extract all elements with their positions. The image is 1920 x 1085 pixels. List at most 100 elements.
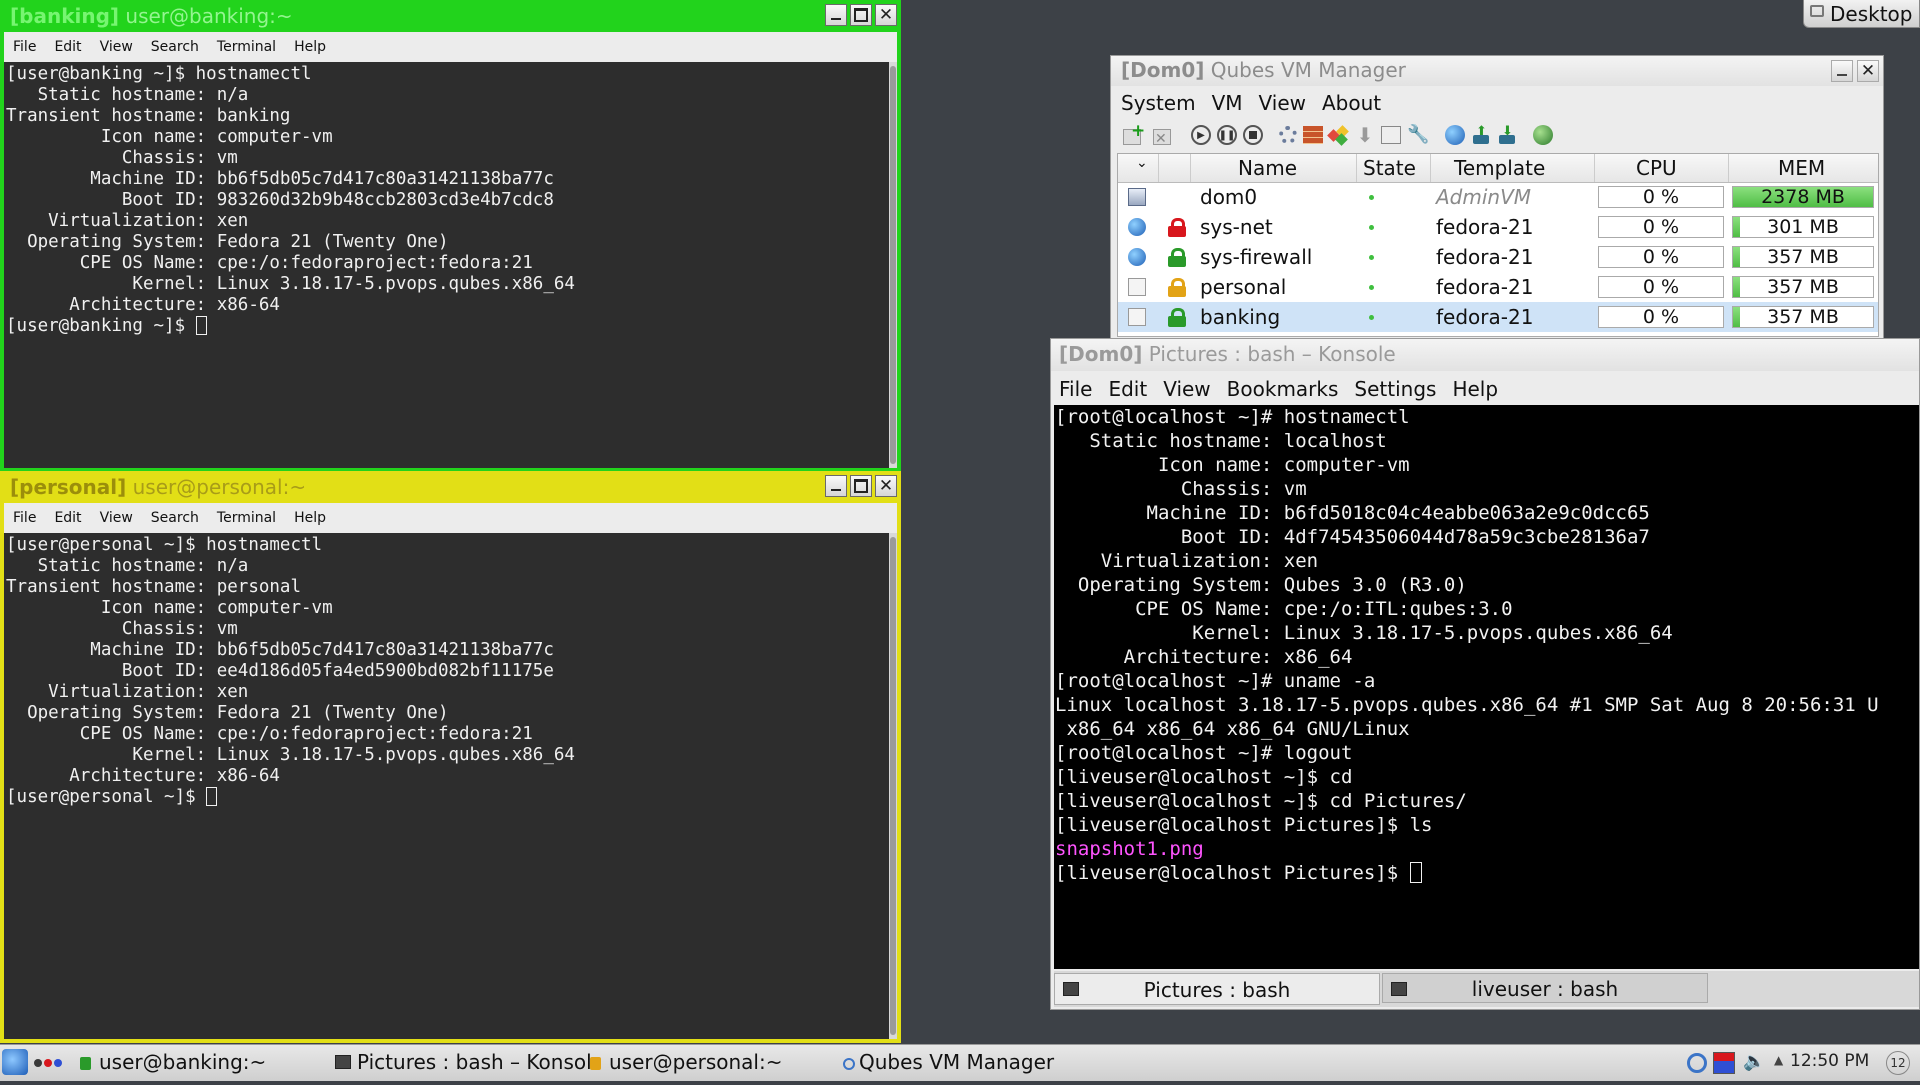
konsole-terminal-output[interactable]: [root@localhost ~]# hostnamectl Static h… bbox=[1054, 405, 1919, 969]
konsole-menu-view[interactable]: View bbox=[1155, 377, 1218, 401]
vmm-menu-view[interactable]: View bbox=[1251, 91, 1314, 115]
start-vm-icon[interactable]: ▶ bbox=[1191, 125, 1211, 145]
column-header-template[interactable]: Template bbox=[1454, 154, 1545, 182]
vm-template: fedora-21 bbox=[1436, 215, 1534, 239]
personal-menu-terminal[interactable]: Terminal bbox=[208, 510, 285, 526]
qubes-domains-icon[interactable] bbox=[34, 1057, 70, 1069]
lock-icon bbox=[1168, 308, 1186, 327]
notification-badge[interactable]: 12 bbox=[1886, 1051, 1910, 1075]
column-header-name[interactable]: Name bbox=[1238, 154, 1297, 182]
banking-menu-file[interactable]: File bbox=[4, 39, 45, 55]
settings-gear-icon[interactable] bbox=[1279, 126, 1297, 144]
remove-vm-icon[interactable]: ✕ bbox=[1151, 123, 1175, 147]
banking-titlebar[interactable]: [banking] user@banking:~ bbox=[0, 0, 901, 32]
personal-menu-file[interactable]: File bbox=[4, 510, 45, 526]
vmm-menu-vm[interactable]: VM bbox=[1204, 91, 1251, 115]
column-header-mem[interactable]: MEM bbox=[1778, 154, 1825, 182]
konsole-menu-edit[interactable]: Edit bbox=[1100, 377, 1155, 401]
sort-chevron-down-icon[interactable]: ⌄ bbox=[1136, 155, 1148, 171]
cpu-usage-bar: 0 % bbox=[1598, 186, 1724, 208]
vm-manager-titlebar[interactable]: [Dom0] Qubes VM Manager ✕ bbox=[1111, 56, 1883, 86]
state-indicator-icon bbox=[1369, 285, 1374, 290]
cpu-usage-bar: 0 % bbox=[1598, 306, 1724, 328]
konsole-menu-help[interactable]: Help bbox=[1444, 377, 1506, 401]
konsole-tab-liveuser[interactable]: liveuser : bash bbox=[1382, 973, 1708, 1003]
konsole-tab-pictures[interactable]: Pictures : bash bbox=[1054, 973, 1380, 1005]
maximize-button[interactable] bbox=[850, 4, 872, 26]
personal-menu-view[interactable]: View bbox=[91, 510, 142, 526]
lock-icon bbox=[1168, 248, 1186, 267]
vmm-menu-about[interactable]: About bbox=[1314, 91, 1389, 115]
banking-scrollbar[interactable] bbox=[889, 62, 897, 468]
taskbar-item-banking[interactable]: user@banking:~ bbox=[80, 1039, 266, 1085]
application-launcher-icon[interactable] bbox=[2, 1049, 28, 1075]
konsole-menu-file[interactable]: File bbox=[1051, 377, 1100, 401]
restore-icon[interactable]: ⬇ bbox=[1497, 125, 1517, 145]
pause-vm-icon[interactable]: ❚❚ bbox=[1217, 125, 1237, 145]
personal-terminal-output[interactable]: [user@personal ~]$ hostnamectl Static ho… bbox=[4, 533, 889, 1039]
update-vm-icon[interactable]: ⬇ bbox=[1355, 125, 1375, 145]
state-indicator-icon bbox=[1369, 225, 1374, 230]
column-header-cpu[interactable]: CPU bbox=[1636, 154, 1677, 182]
personal-menu-search[interactable]: Search bbox=[142, 510, 208, 526]
banking-terminal-window: [banking] user@banking:~ ✕ File Edit View S… bbox=[0, 0, 901, 472]
vm-row-personal[interactable]: personal fedora-21 0 % 357 MB bbox=[1118, 272, 1878, 302]
banking-menu-terminal[interactable]: Terminal bbox=[208, 39, 285, 55]
minimize-icon bbox=[831, 18, 841, 20]
close-icon: ✕ bbox=[1860, 60, 1876, 81]
personal-scrollbar[interactable] bbox=[889, 533, 897, 1039]
stop-vm-icon[interactable] bbox=[1243, 125, 1263, 145]
banking-menu-edit[interactable]: Edit bbox=[45, 39, 90, 55]
banking-menu-view[interactable]: View bbox=[91, 39, 142, 55]
taskbar-item-konsole[interactable]: Pictures : bash – Konsol bbox=[335, 1039, 592, 1085]
mem-usage-value: 357 MB bbox=[1767, 306, 1839, 328]
tray-expand-icon[interactable]: ▲ bbox=[1774, 1053, 1783, 1067]
lock-icon bbox=[590, 1057, 601, 1070]
personal-menu-help[interactable]: Help bbox=[285, 510, 335, 526]
qubes-tray-icon[interactable] bbox=[1687, 1053, 1707, 1073]
banking-terminal-output[interactable]: [user@banking ~]$ hostnamectl Static hos… bbox=[4, 62, 889, 468]
vm-row-banking[interactable]: banking fedora-21 0 % 357 MB bbox=[1118, 302, 1878, 332]
close-button[interactable]: ✕ bbox=[875, 4, 897, 26]
vm-table-header: ⌄ Name State Template CPU MEM bbox=[1118, 154, 1878, 183]
vmm-menu-system[interactable]: System bbox=[1113, 91, 1204, 115]
taskbar-item-vm-manager[interactable]: Qubes VM Manager bbox=[843, 1039, 1054, 1085]
vm-row-sys-firewall[interactable]: sys-firewall fedora-21 0 % 357 MB bbox=[1118, 242, 1878, 272]
close-button[interactable]: ✕ bbox=[1857, 60, 1879, 82]
desktop-button[interactable]: Desktop bbox=[1803, 0, 1920, 28]
konsole-cursor bbox=[1409, 862, 1422, 883]
network-manager-icon[interactable] bbox=[1713, 1052, 1735, 1074]
column-header-state[interactable]: State bbox=[1363, 154, 1416, 182]
minimize-button[interactable] bbox=[825, 475, 847, 497]
network-globe-icon[interactable] bbox=[1445, 125, 1465, 145]
appmenu-icon[interactable] bbox=[1327, 125, 1349, 146]
konsole-menu-bookmarks[interactable]: Bookmarks bbox=[1219, 377, 1347, 401]
minimize-button[interactable] bbox=[825, 4, 847, 26]
banking-menu-help[interactable]: Help bbox=[285, 39, 335, 55]
maximize-icon bbox=[854, 479, 868, 493]
firewall-icon[interactable] bbox=[1303, 126, 1323, 144]
minimize-button[interactable] bbox=[1831, 60, 1853, 82]
banking-menu-search[interactable]: Search bbox=[142, 39, 208, 55]
personal-titlebar[interactable]: [personal] user@personal:~ bbox=[0, 471, 901, 503]
vm-row-dom0[interactable]: dom0 AdminVM 0 % 2378 MB bbox=[1118, 182, 1878, 212]
minimize-icon bbox=[831, 489, 841, 491]
close-button[interactable]: ✕ bbox=[875, 475, 897, 497]
vm-template: fedora-21 bbox=[1436, 275, 1534, 299]
create-vm-icon[interactable]: + bbox=[1121, 123, 1145, 147]
global-settings-icon[interactable] bbox=[1533, 125, 1553, 145]
backup-icon[interactable]: ⬆ bbox=[1471, 125, 1491, 145]
maximize-button[interactable] bbox=[850, 475, 872, 497]
konsole-menu-settings[interactable]: Settings bbox=[1346, 377, 1444, 401]
terminal-icon[interactable] bbox=[1381, 126, 1401, 144]
vm-name: personal bbox=[1200, 275, 1287, 299]
vm-manager-title: Qubes VM Manager bbox=[1210, 58, 1406, 82]
clock[interactable]: 12:50 PM bbox=[1790, 1051, 1900, 1071]
volume-icon[interactable]: 🔈 bbox=[1743, 1051, 1765, 1072]
personal-menu-edit[interactable]: Edit bbox=[45, 510, 90, 526]
taskbar-item-personal[interactable]: user@personal:~ bbox=[590, 1039, 783, 1085]
konsole-tab-liveuser-label: liveuser : bash bbox=[1471, 977, 1619, 1001]
preferences-tools-icon[interactable]: 🔧 bbox=[1407, 125, 1429, 145]
konsole-titlebar[interactable]: [Dom0] Pictures : bash – Konsole bbox=[1051, 339, 1919, 371]
vm-row-sys-net[interactable]: sys-net fedora-21 0 % 301 MB bbox=[1118, 212, 1878, 242]
